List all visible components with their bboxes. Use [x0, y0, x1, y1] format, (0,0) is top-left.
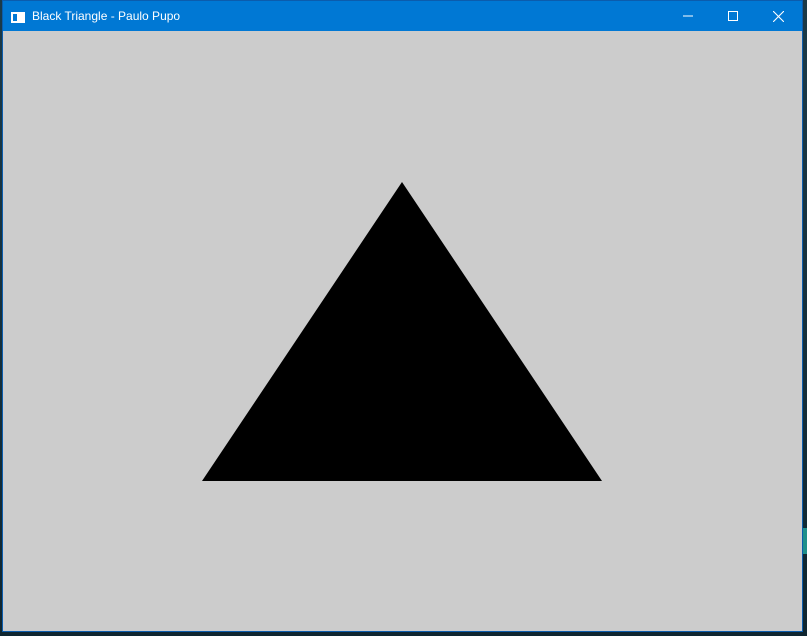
maximize-icon: [728, 11, 738, 21]
maximize-button[interactable]: [710, 1, 756, 31]
minimize-button[interactable]: [665, 1, 711, 31]
app-window: Black Triangle - Paulo Pupo: [2, 0, 803, 632]
title-bar[interactable]: Black Triangle - Paulo Pupo: [3, 1, 802, 31]
window-title: Black Triangle - Paulo Pupo: [32, 9, 181, 23]
minimize-icon: [683, 11, 693, 21]
close-button[interactable]: [755, 1, 801, 31]
render-canvas: [3, 31, 802, 631]
app-window-icon[interactable]: [11, 10, 25, 23]
close-icon: [772, 10, 784, 22]
black-triangle: [202, 182, 602, 481]
